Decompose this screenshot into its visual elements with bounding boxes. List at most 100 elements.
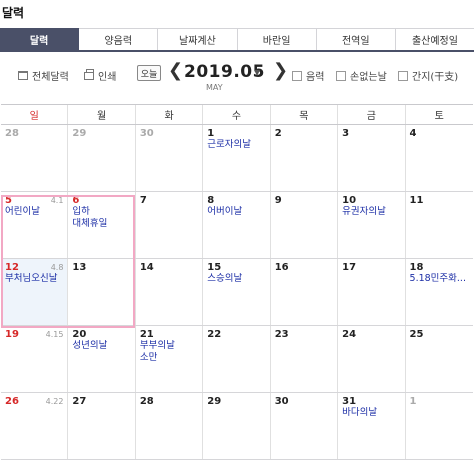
day-number: 16 xyxy=(274,262,289,273)
print-button[interactable]: 인쇄 xyxy=(84,68,116,83)
day-cell[interactable]: 21 부부의날 소만 xyxy=(136,326,204,392)
day-cell[interactable]: 25 xyxy=(406,326,473,392)
day-cell[interactable]: 22 xyxy=(203,326,271,392)
day-event[interactable]: 바다의날 xyxy=(342,407,400,419)
day-number: 3 xyxy=(342,128,350,139)
calendar-icon xyxy=(18,71,28,80)
day-cell[interactable]: 5 4.1 어린이날 xyxy=(1,192,69,258)
weekday-header-cell: 목 xyxy=(271,105,339,124)
day-event[interactable]: 부부의날 xyxy=(140,340,198,352)
checkbox-icon[interactable] xyxy=(398,70,408,81)
day-cell[interactable]: 23 xyxy=(271,326,339,392)
day-cell[interactable]: 2 xyxy=(271,125,339,191)
day-cell[interactable]: 11 xyxy=(406,192,473,258)
day-cell[interactable]: 29 xyxy=(203,393,271,459)
day-number: 14 xyxy=(139,262,154,273)
day-number: 7 xyxy=(139,195,147,206)
day-number: 9 xyxy=(274,195,282,206)
day-cell[interactable]: 28 xyxy=(1,125,69,191)
day-event[interactable]: 스승의날 xyxy=(207,273,265,285)
tab-0[interactable]: 달력 xyxy=(0,28,80,50)
day-number: 1 xyxy=(207,128,215,139)
day-cell[interactable]: 18 5.18민주화... xyxy=(406,259,473,325)
day-cell[interactable]: 30 xyxy=(271,393,339,459)
checkbox-icon[interactable] xyxy=(292,70,302,81)
ganji-checkbox[interactable]: 간지(干支) xyxy=(398,68,458,83)
son-free-day-label: 손없는날 xyxy=(350,72,387,83)
calendar-grid: 일월화수목금토 28 29 30 1 근로자의날 2 3 4 5 4.1 어린이날 6 입하 대체휴일 7 8… xyxy=(1,104,473,462)
toolbar: 전체달력 인쇄 오늘 ❮ 2019.05 ▼ MAY ❯ 음력 손없는날 간지(… xyxy=(0,58,474,98)
calendar-weeks: 28 29 30 1 근로자의날 2 3 4 5 4.1 어린이날 6 입하 대체휴일 7 8 어버이날 9 10 유… xyxy=(1,125,473,460)
day-number: 2 xyxy=(274,128,282,139)
full-calendar-button[interactable]: 전체달력 xyxy=(18,68,69,83)
tab-2[interactable]: 날짜계산 xyxy=(158,28,238,50)
tab-5[interactable]: 출산예정일 xyxy=(395,28,474,50)
full-calendar-label: 전체달력 xyxy=(32,72,69,83)
day-cell[interactable]: 17 xyxy=(338,259,406,325)
day-number: 28 xyxy=(139,396,154,407)
day-cell[interactable]: 28 xyxy=(136,393,204,459)
day-cell[interactable]: 3 xyxy=(338,125,406,191)
day-cell[interactable]: 31 바다의날 xyxy=(338,393,406,459)
day-event[interactable]: 대체휴일 xyxy=(72,218,130,230)
day-number: 18 xyxy=(409,262,424,273)
day-cell[interactable]: 27 xyxy=(68,393,136,459)
tab-1[interactable]: 양음력 xyxy=(79,28,159,50)
son-free-day-checkbox[interactable]: 손없는날 xyxy=(336,68,387,83)
day-event[interactable]: 입하 xyxy=(72,206,130,218)
day-event[interactable]: 부처님오신날 xyxy=(5,273,63,285)
day-cell[interactable]: 9 xyxy=(271,192,339,258)
today-button[interactable]: 오늘 xyxy=(137,65,161,81)
day-cell[interactable]: 26 4.22 xyxy=(1,393,69,459)
day-number: 30 xyxy=(139,128,154,139)
day-event[interactable]: 어린이날 xyxy=(5,206,63,218)
day-number: 8 xyxy=(207,195,215,206)
chevron-down-icon[interactable]: ▼ xyxy=(254,68,260,77)
day-event[interactable]: 소만 xyxy=(140,352,198,364)
day-event[interactable]: 5.18민주화... xyxy=(410,273,469,285)
day-cell[interactable]: 1 xyxy=(406,393,473,459)
day-cell[interactable]: 24 xyxy=(338,326,406,392)
day-cell[interactable]: 20 성년의날 xyxy=(68,326,136,392)
day-event[interactable]: 성년의날 xyxy=(72,340,130,352)
day-cell[interactable]: 12 4.8 부처님오신날 xyxy=(1,259,69,325)
day-cell[interactable]: 10 유권자의날 xyxy=(338,192,406,258)
day-cell[interactable]: 7 xyxy=(136,192,204,258)
day-cell[interactable]: 14 xyxy=(136,259,204,325)
day-cell[interactable]: 13 xyxy=(68,259,136,325)
week-row: 26 4.22 27 28 29 30 31 바다의날 1 xyxy=(1,393,473,460)
prev-month-button[interactable]: ❮ xyxy=(168,60,183,82)
checkbox-icon[interactable] xyxy=(336,70,346,81)
day-number: 23 xyxy=(274,329,289,340)
day-event[interactable]: 유권자의날 xyxy=(342,206,400,218)
day-number: 31 xyxy=(342,396,357,407)
lunar-date: 4.1 xyxy=(50,196,64,205)
day-cell[interactable]: 16 xyxy=(271,259,339,325)
day-number: 4 xyxy=(409,128,417,139)
day-number: 20 xyxy=(72,329,87,340)
lunar-date: 4.15 xyxy=(45,330,64,339)
day-cell[interactable]: 8 어버이날 xyxy=(203,192,271,258)
lunar-checkbox[interactable]: 음력 xyxy=(292,68,324,83)
day-cell[interactable]: 29 xyxy=(68,125,136,191)
weekday-header-cell: 토 xyxy=(434,111,444,122)
day-number: 11 xyxy=(409,195,424,206)
next-month-button[interactable]: ❯ xyxy=(273,60,288,82)
week-row: 12 4.8 부처님오신날 13 14 15 스승의날 16 17 18 5.18민주화... xyxy=(1,259,473,326)
day-cell[interactable]: 19 4.15 xyxy=(1,326,69,392)
day-number: 27 xyxy=(72,396,87,407)
weekday-header: 일월화수목금 토 xyxy=(1,105,473,125)
day-event[interactable]: 어버이날 xyxy=(207,206,265,218)
day-cell[interactable]: 4 xyxy=(406,125,473,191)
tab-3[interactable]: 바란일 xyxy=(237,28,317,50)
tab-4[interactable]: 전역일 xyxy=(316,28,396,50)
day-event[interactable]: 근로자의날 xyxy=(207,139,265,151)
day-number: 1 xyxy=(409,396,417,407)
day-cell[interactable]: 1 근로자의날 xyxy=(203,125,271,191)
day-cell[interactable]: 6 입하 대체휴일 xyxy=(68,192,136,258)
day-cell[interactable]: 15 스승의날 xyxy=(203,259,271,325)
weekday-header-cell: 월 xyxy=(68,105,136,124)
day-cell[interactable]: 30 xyxy=(136,125,204,191)
printer-icon xyxy=(84,68,94,80)
day-number: 22 xyxy=(207,329,222,340)
